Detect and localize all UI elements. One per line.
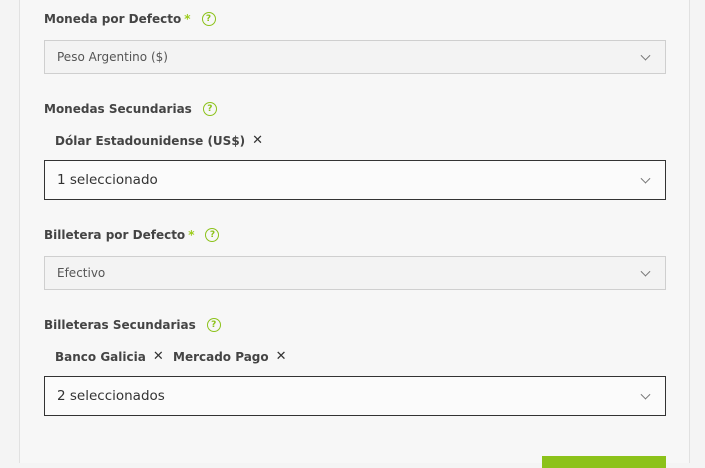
secondary-wallets-label-row: Billeteras Secundarias ? — [44, 318, 221, 332]
chevron-down-icon — [640, 389, 651, 400]
remove-tag-icon[interactable]: ✕ — [153, 349, 164, 364]
default-wallet-select[interactable]: Efectivo — [44, 256, 666, 290]
save-button[interactable] — [542, 456, 666, 468]
secondary-currencies-select[interactable]: 1 seleccionado — [44, 160, 666, 200]
help-icon[interactable]: ? — [206, 318, 221, 332]
help-icon[interactable]: ? — [205, 228, 220, 242]
default-wallet-label: Billetera por Defecto — [44, 228, 186, 242]
tag-label: Mercado Pago — [173, 349, 269, 364]
secondary-wallets-select[interactable]: 2 seleccionados — [44, 376, 666, 416]
tag-label: Dólar Estadounidense (US$) — [55, 133, 246, 148]
secondary-wallets-label: Billeteras Secundarias — [44, 318, 196, 332]
settings-panel: Moneda por Defecto * ? Peso Argentino ($… — [19, 0, 690, 468]
default-currency-label-row: Moneda por Defecto * ? — [44, 12, 216, 26]
default-currency-label: Moneda por Defecto — [44, 12, 182, 26]
remove-tag-icon[interactable]: ✕ — [276, 349, 287, 364]
default-currency-select[interactable]: Peso Argentino ($) — [44, 40, 666, 74]
secondary-wallets-value: 2 seleccionados — [57, 388, 165, 404]
secondary-wallet-tag: Banco Galicia ✕ — [55, 349, 164, 364]
secondary-currencies-value: 1 seleccionado — [57, 172, 158, 188]
secondary-currency-tag: Dólar Estadounidense (US$) ✕ — [55, 133, 263, 148]
chevron-down-icon — [640, 50, 651, 61]
default-wallet-label-row: Billetera por Defecto * ? — [44, 228, 220, 242]
help-icon[interactable]: ? — [202, 102, 217, 116]
chevron-down-icon — [640, 173, 651, 184]
required-mark: * — [184, 12, 191, 26]
help-icon[interactable]: ? — [201, 12, 216, 26]
secondary-wallet-tag: Mercado Pago ✕ — [173, 349, 287, 364]
secondary-currencies-label-row: Monedas Secundarias ? — [44, 102, 217, 116]
secondary-currencies-label: Monedas Secundarias — [44, 102, 192, 116]
chevron-down-icon — [640, 266, 651, 277]
default-wallet-value: Efectivo — [57, 266, 106, 280]
tag-label: Banco Galicia — [55, 349, 146, 364]
default-currency-value: Peso Argentino ($) — [57, 50, 168, 64]
remove-tag-icon[interactable]: ✕ — [252, 133, 263, 148]
required-mark: * — [188, 228, 195, 242]
